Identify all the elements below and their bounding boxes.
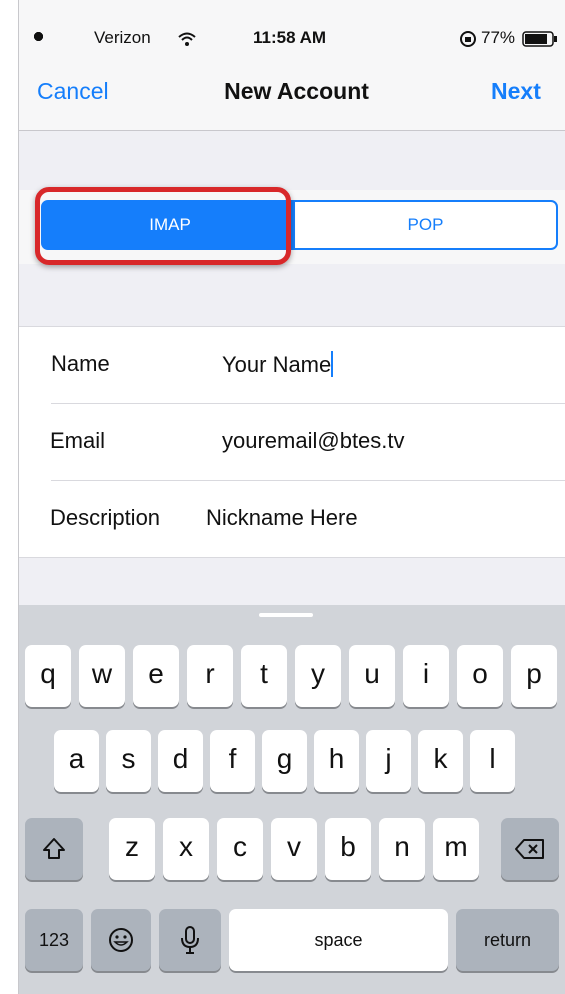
key-l[interactable]: l xyxy=(470,730,515,792)
emoji-icon xyxy=(109,927,133,952)
navigation-bar: Cancel New Account Next xyxy=(19,68,565,131)
pop-segment-button[interactable]: POP xyxy=(293,200,558,250)
key-r[interactable]: r xyxy=(187,645,233,707)
text-cursor xyxy=(331,351,334,377)
next-button[interactable]: Next xyxy=(491,78,541,105)
key-w[interactable]: w xyxy=(79,645,125,707)
dictation-key[interactable] xyxy=(159,909,221,971)
key-z[interactable]: z xyxy=(109,818,155,880)
key-x[interactable]: x xyxy=(163,818,209,880)
key-h[interactable]: h xyxy=(314,730,359,792)
key-f[interactable]: f xyxy=(210,730,255,792)
status-time: 11:58 AM xyxy=(253,28,327,47)
keyboard-grabber xyxy=(259,613,313,617)
name-field[interactable]: Your Name xyxy=(222,351,334,378)
key-i[interactable]: i xyxy=(403,645,449,707)
key-a[interactable]: a xyxy=(54,730,99,792)
lock-rotation-icon xyxy=(460,31,476,47)
wifi-icon xyxy=(178,32,196,46)
email-field[interactable]: youremail@btes.tv xyxy=(222,428,405,454)
shift-key[interactable] xyxy=(25,818,83,880)
key-b[interactable]: b xyxy=(325,818,371,880)
key-g[interactable]: g xyxy=(262,730,307,792)
battery-icon xyxy=(522,31,557,47)
email-row[interactable]: Email youremail@btes.tv xyxy=(19,404,565,480)
key-d[interactable]: d xyxy=(158,730,203,792)
name-field-value: Your Name xyxy=(222,352,332,377)
microphone-icon xyxy=(181,925,199,954)
key-v[interactable]: v xyxy=(271,818,317,880)
carrier-label: Verizon xyxy=(94,28,151,47)
key-s[interactable]: s xyxy=(106,730,151,792)
description-row[interactable]: Description Nickname Here xyxy=(19,481,565,557)
emoji-key[interactable] xyxy=(91,909,151,971)
account-form: Name Your Name Email youremail@btes.tv D… xyxy=(19,326,565,558)
delete-key[interactable] xyxy=(501,818,559,880)
email-label: Email xyxy=(50,428,106,453)
battery-percent: 77% xyxy=(481,28,516,47)
shift-arrow-icon xyxy=(43,837,65,859)
status-bar: Verizon 11:58 AM 77% xyxy=(19,0,565,68)
backspace-icon xyxy=(515,838,544,859)
page-title: New Account xyxy=(224,78,369,104)
key-p[interactable]: p xyxy=(511,645,557,707)
key-t[interactable]: t xyxy=(241,645,287,707)
key-y[interactable]: y xyxy=(295,645,341,707)
key-k[interactable]: k xyxy=(418,730,463,792)
key-c[interactable]: c xyxy=(217,818,263,880)
space-key[interactable]: space xyxy=(229,909,448,971)
description-field[interactable]: Nickname Here xyxy=(206,505,358,531)
phone-screen: Verizon 11:58 AM 77% Cancel New Account … xyxy=(18,0,565,994)
keyboard: q w e r t y u i o p a s d f g h j k l z … xyxy=(19,605,565,994)
key-q[interactable]: q xyxy=(25,645,71,707)
key-u[interactable]: u xyxy=(349,645,395,707)
name-label: Name xyxy=(51,351,110,376)
key-j[interactable]: j xyxy=(366,730,411,792)
key-m[interactable]: m xyxy=(433,818,479,880)
imap-segment-button[interactable]: IMAP xyxy=(41,200,299,250)
key-e[interactable]: e xyxy=(133,645,179,707)
key-o[interactable]: o xyxy=(457,645,503,707)
name-row[interactable]: Name Your Name xyxy=(19,327,565,403)
description-label: Description xyxy=(50,505,161,530)
key-n[interactable]: n xyxy=(379,818,425,880)
return-key[interactable]: return xyxy=(456,909,559,971)
numbers-key[interactable]: 123 xyxy=(25,909,83,971)
